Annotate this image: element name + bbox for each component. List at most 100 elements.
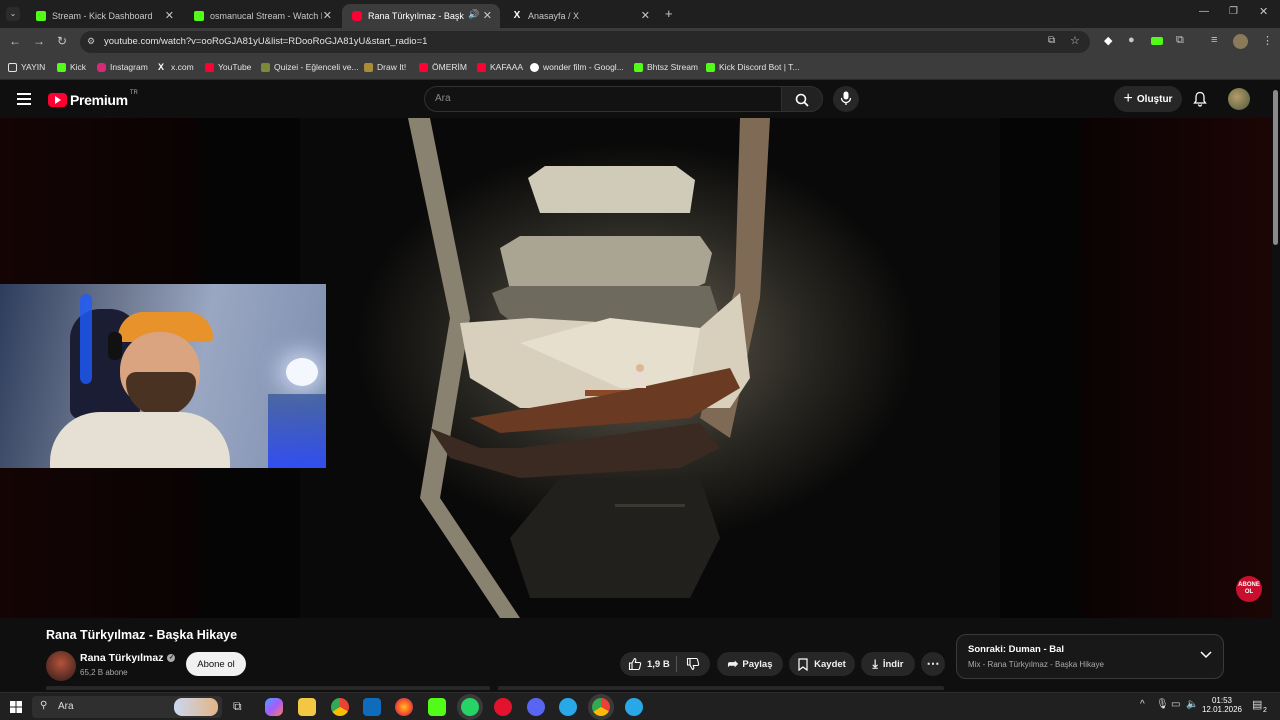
copilot-icon[interactable] [265, 698, 283, 716]
tab-x-home[interactable]: X Anasayfa / X ✕ [502, 4, 658, 28]
reload-icon[interactable]: ↻ [57, 34, 67, 48]
chrome-profile-icon[interactable] [592, 698, 610, 716]
bookmark-star-icon[interactable]: ☆ [1070, 34, 1080, 47]
download-button[interactable]: ⤓ İndir [861, 652, 915, 676]
bookmarks-bar: YAYIN Kick Instagram Xx.com YouTube Quiz… [0, 56, 1280, 80]
extension-diamond-icon[interactable]: ◆ [1104, 34, 1112, 47]
notifications-bell-icon[interactable] [1193, 91, 1207, 107]
tab-title: Rana Türkyılmaz - Başka Hi [368, 11, 464, 21]
bookmark-quizei[interactable]: Quizei - Eğlenceli ve... [261, 62, 359, 72]
task-view-icon[interactable]: ⧉ [233, 699, 242, 714]
bookmark-youtube[interactable]: YouTube [205, 62, 251, 72]
telegram-badge-icon[interactable] [625, 698, 643, 716]
create-button[interactable]: + Oluştur [1114, 86, 1182, 112]
search-input[interactable]: Ara [424, 86, 782, 112]
tab-search-icon[interactable]: ⌄ [6, 7, 20, 21]
subscribe-watermark[interactable]: ABONE OL [1236, 576, 1262, 602]
channel-name-row[interactable]: Rana Türkyılmaz ✓ [80, 652, 176, 664]
opera-icon[interactable] [494, 698, 512, 716]
back-icon[interactable]: ← [9, 34, 21, 48]
discord-icon[interactable] [527, 698, 545, 716]
thumbs-down-icon[interactable] [686, 657, 700, 671]
bookmark-drawit[interactable]: Draw It! [364, 62, 406, 72]
whatsapp-icon[interactable] [461, 698, 479, 716]
network-icon[interactable]: ▭ [1171, 699, 1180, 710]
bookmark-omerim[interactable]: ÖMERİM [419, 62, 467, 72]
search-button[interactable] [781, 86, 823, 112]
share-button[interactable]: ➦ Paylaş [717, 652, 783, 676]
profile-avatar[interactable] [1233, 34, 1248, 49]
close-tab-icon[interactable]: ✕ [323, 9, 332, 22]
new-tab-button[interactable]: + [665, 6, 673, 21]
volume-icon[interactable]: 🔈 [1186, 699, 1198, 710]
address-bar[interactable]: ⚙ youtube.com/watch?v=ooRoGJA81yU&list=R… [80, 31, 1090, 53]
close-tab-icon[interactable]: ✕ [641, 9, 650, 22]
kick-icon [36, 11, 46, 21]
bookmark-x[interactable]: Xx.com [158, 62, 194, 72]
logo-region: TR [129, 90, 138, 96]
close-window-icon[interactable]: ✕ [1259, 5, 1268, 18]
kick-icon [194, 11, 204, 21]
more-actions-button[interactable]: ⋯ [921, 652, 945, 676]
minimize-icon[interactable]: — [1199, 6, 1209, 17]
windows-start-icon[interactable] [10, 701, 22, 713]
microphone-icon [840, 91, 852, 105]
subscribe-button[interactable]: Abone ol [186, 652, 246, 676]
youtube-premium-logo[interactable]: Premium TR [48, 90, 138, 108]
bookmark-yayin[interactable]: YAYIN [8, 62, 45, 72]
up-next-panel[interactable]: Sonraki: Duman - Bal Mix - Rana Türkyılm… [956, 634, 1224, 679]
youtube-icon [477, 62, 486, 72]
tab-youtube-active[interactable]: Rana Türkyılmaz - Başka Hi 🔊 ✕ [342, 4, 500, 28]
save-button[interactable]: Kaydet [789, 652, 855, 676]
up-next-title: Sonraki: Duman - Bal [968, 644, 1065, 655]
hidden-icons-chevron-icon[interactable]: ^ [1140, 699, 1145, 710]
file-explorer-icon[interactable] [298, 698, 316, 716]
like-divider [676, 656, 677, 672]
google-icon [530, 62, 539, 72]
kick-app-icon[interactable] [428, 698, 446, 716]
account-avatar[interactable] [1228, 88, 1250, 110]
bookmark-instagram[interactable]: Instagram [97, 62, 148, 72]
tab-osmanucal-stream[interactable]: osmanucal Stream - Watch Live ✕ [184, 4, 340, 28]
thumbs-up-icon[interactable] [628, 657, 642, 671]
video-player[interactable]: ABONE OL [0, 118, 1272, 618]
bookmark-bhtsz-stream[interactable]: Bhtsz Stream [634, 62, 698, 72]
outlook-icon[interactable] [363, 698, 381, 716]
bookmark-kafaaa[interactable]: KAFAAA [477, 62, 523, 72]
close-tab-icon[interactable]: ✕ [483, 9, 492, 22]
page-scrollbar-thumb[interactable] [1273, 90, 1278, 245]
channel-avatar[interactable] [46, 651, 76, 681]
search-icon: ⚲ [40, 700, 48, 711]
x-icon: X [513, 10, 521, 21]
tab-kick-dashboard[interactable]: Stream - Kick Dashboard ✕ [26, 4, 182, 28]
site-info-icon[interactable]: ⚙ [87, 36, 95, 47]
chrome-icon[interactable] [331, 698, 349, 716]
reading-list-icon[interactable]: ≡ [1211, 34, 1217, 46]
logo-text: Premium [70, 92, 128, 108]
telegram-icon[interactable] [559, 698, 577, 716]
restore-icon[interactable]: ❐ [1229, 6, 1238, 17]
notifications-icon[interactable]: ▤ [1252, 698, 1262, 711]
clock[interactable]: 01:53 12.01.2026 [1200, 696, 1244, 714]
chevron-down-icon[interactable] [1200, 651, 1212, 659]
bookmark-wonder-film[interactable]: wonder film - Googl... [530, 62, 624, 72]
extension-kick-icon[interactable] [1151, 37, 1163, 45]
speaker-icon[interactable]: 🔊 [468, 9, 479, 20]
like-count[interactable]: 1,9 B [647, 659, 670, 670]
extensions-puzzle-icon[interactable]: ⧉ [1176, 34, 1184, 47]
chair-light [80, 294, 92, 384]
extension-egg-icon[interactable]: ● [1128, 34, 1135, 46]
bookmark-kick-discord-bot[interactable]: Kick Discord Bot | T... [706, 62, 799, 72]
hamburger-menu-icon[interactable] [17, 93, 31, 105]
bookmark-kick[interactable]: Kick [57, 62, 86, 72]
install-app-icon[interactable]: ⧉ [1048, 35, 1055, 46]
close-tab-icon[interactable]: ✕ [165, 9, 174, 22]
tray-microphone-icon[interactable]: 🎙 [1156, 699, 1169, 710]
voice-search-button[interactable] [833, 86, 859, 112]
channel-name[interactable]: Rana Türkyılmaz [80, 652, 163, 664]
forward-icon[interactable]: → [33, 34, 45, 48]
chrome-menu-icon[interactable]: ⋮ [1262, 34, 1273, 47]
firefox-icon[interactable] [395, 698, 413, 716]
shelf-blue-light [268, 394, 326, 468]
taskbar-search-box[interactable]: ⚲ Ara [32, 696, 222, 718]
